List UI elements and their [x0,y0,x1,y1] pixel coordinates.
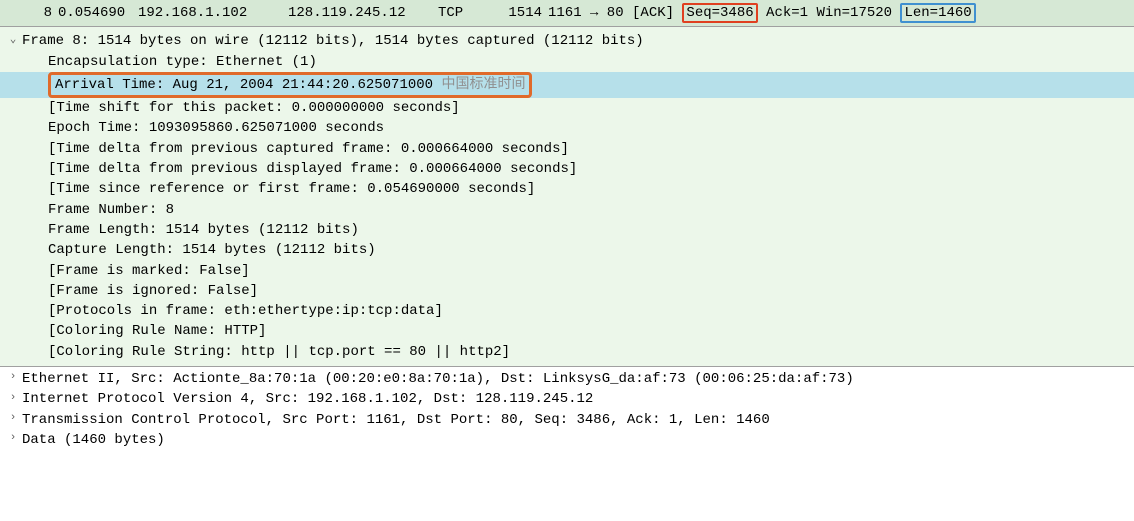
frame-number: Frame Number: 8 [48,202,174,218]
encapsulation-row[interactable]: Encapsulation type: Ethernet (1) [0,52,1134,72]
frame-length-row[interactable]: Frame Length: 1514 bytes (12112 bits) [0,220,1134,240]
arrival-tz: 中国标准时间 [441,77,525,93]
highlight-arrival: Arrival Time: Aug 21, 2004 21:44:20.6250… [48,72,532,98]
col-source: 192.168.1.102 [138,3,288,23]
capture-length-row[interactable]: Capture Length: 1514 bytes (12112 bits) [0,240,1134,260]
coloring-rule-string: [Coloring Rule String: http || tcp.port … [48,344,510,360]
protocols-in-frame: [Protocols in frame: eth:ethertype:ip:tc… [48,303,443,319]
coloring-rule-string-row[interactable]: [Coloring Rule String: http || tcp.port … [0,342,1134,362]
frame-summary-row[interactable]: ⌄Frame 8: 1514 bytes on wire (12112 bits… [0,31,1134,51]
frame-ignored-row[interactable]: [Frame is ignored: False] [0,281,1134,301]
coloring-rule-name-row[interactable]: [Coloring Rule Name: HTTP] [0,321,1134,341]
ip-row[interactable]: ›Internet Protocol Version 4, Src: 192.1… [0,389,1134,409]
epoch: Epoch Time: 1093095860.625071000 seconds [48,120,384,136]
ethernet: Ethernet II, Src: Actionte_8a:70:1a (00:… [22,371,854,387]
frame-summary: Frame 8: 1514 bytes on wire (12112 bits)… [22,33,644,49]
chevron-right-icon[interactable]: › [6,391,20,407]
chevron-right-icon[interactable]: › [6,431,20,447]
data-row[interactable]: ›Data (1460 bytes) [0,430,1134,450]
highlight-seq: Seq=3486 [682,3,757,23]
packet-list-pane: 8 0.054690 192.168.1.102 128.119.245.12 … [0,0,1134,27]
col-length: 1514 [488,3,548,23]
info-mid: Ack=1 Win=17520 [758,5,901,21]
col-time: 0.054690 [58,3,138,23]
capture-length: Capture Length: 1514 bytes (12112 bits) [48,242,376,258]
delta-displayed: [Time delta from previous displayed fram… [48,161,577,177]
ethernet-row[interactable]: ›Ethernet II, Src: Actionte_8a:70:1a (00… [0,369,1134,389]
timeshift-row[interactable]: [Time shift for this packet: 0.000000000… [0,98,1134,118]
col-no: 8 [8,3,58,23]
encapsulation: Encapsulation type: Ethernet (1) [48,54,317,70]
frame-marked-row[interactable]: [Frame is marked: False] [0,261,1134,281]
epoch-row[interactable]: Epoch Time: 1093095860.625071000 seconds [0,118,1134,138]
timeshift: [Time shift for this packet: 0.000000000… [48,100,460,116]
tcp-row[interactable]: ›Transmission Control Protocol, Src Port… [0,410,1134,430]
arrival-time-row[interactable]: Arrival Time: Aug 21, 2004 21:44:20.6250… [0,72,1134,98]
delta-displayed-row[interactable]: [Time delta from previous displayed fram… [0,159,1134,179]
since-ref-row[interactable]: [Time since reference or first frame: 0.… [0,179,1134,199]
col-info: 1161 → 80 [ACK] Seq=3486 Ack=1 Win=17520… [548,3,1126,23]
chevron-down-icon[interactable]: ⌄ [6,33,20,49]
delta-captured: [Time delta from previous captured frame… [48,141,569,157]
tcp: Transmission Control Protocol, Src Port:… [22,412,770,428]
ip: Internet Protocol Version 4, Src: 192.16… [22,391,593,407]
protocols-in-frame-row[interactable]: [Protocols in frame: eth:ethertype:ip:tc… [0,301,1134,321]
arrival-time: Arrival Time: Aug 21, 2004 21:44:20.6250… [55,77,441,93]
packet-row[interactable]: 8 0.054690 192.168.1.102 128.119.245.12 … [0,2,1134,24]
since-ref: [Time since reference or first frame: 0.… [48,181,535,197]
frame-length: Frame Length: 1514 bytes (12112 bits) [48,222,359,238]
frame-marked: [Frame is marked: False] [48,263,250,279]
coloring-rule-name: [Coloring Rule Name: HTTP] [48,323,266,339]
col-protocol: TCP [438,3,488,23]
highlight-len: Len=1460 [900,3,975,23]
data: Data (1460 bytes) [22,432,165,448]
col-destination: 128.119.245.12 [288,3,438,23]
delta-captured-row[interactable]: [Time delta from previous captured frame… [0,139,1134,159]
frame-ignored: [Frame is ignored: False] [48,283,258,299]
chevron-right-icon[interactable]: › [6,370,20,386]
packet-detail-pane: ⌄Frame 8: 1514 bytes on wire (12112 bits… [0,27,1134,367]
protocol-summaries: ›Ethernet II, Src: Actionte_8a:70:1a (00… [0,367,1134,452]
info-prefix: 1161 → 80 [ACK] [548,5,682,21]
frame-number-row[interactable]: Frame Number: 8 [0,200,1134,220]
chevron-right-icon[interactable]: › [6,411,20,427]
